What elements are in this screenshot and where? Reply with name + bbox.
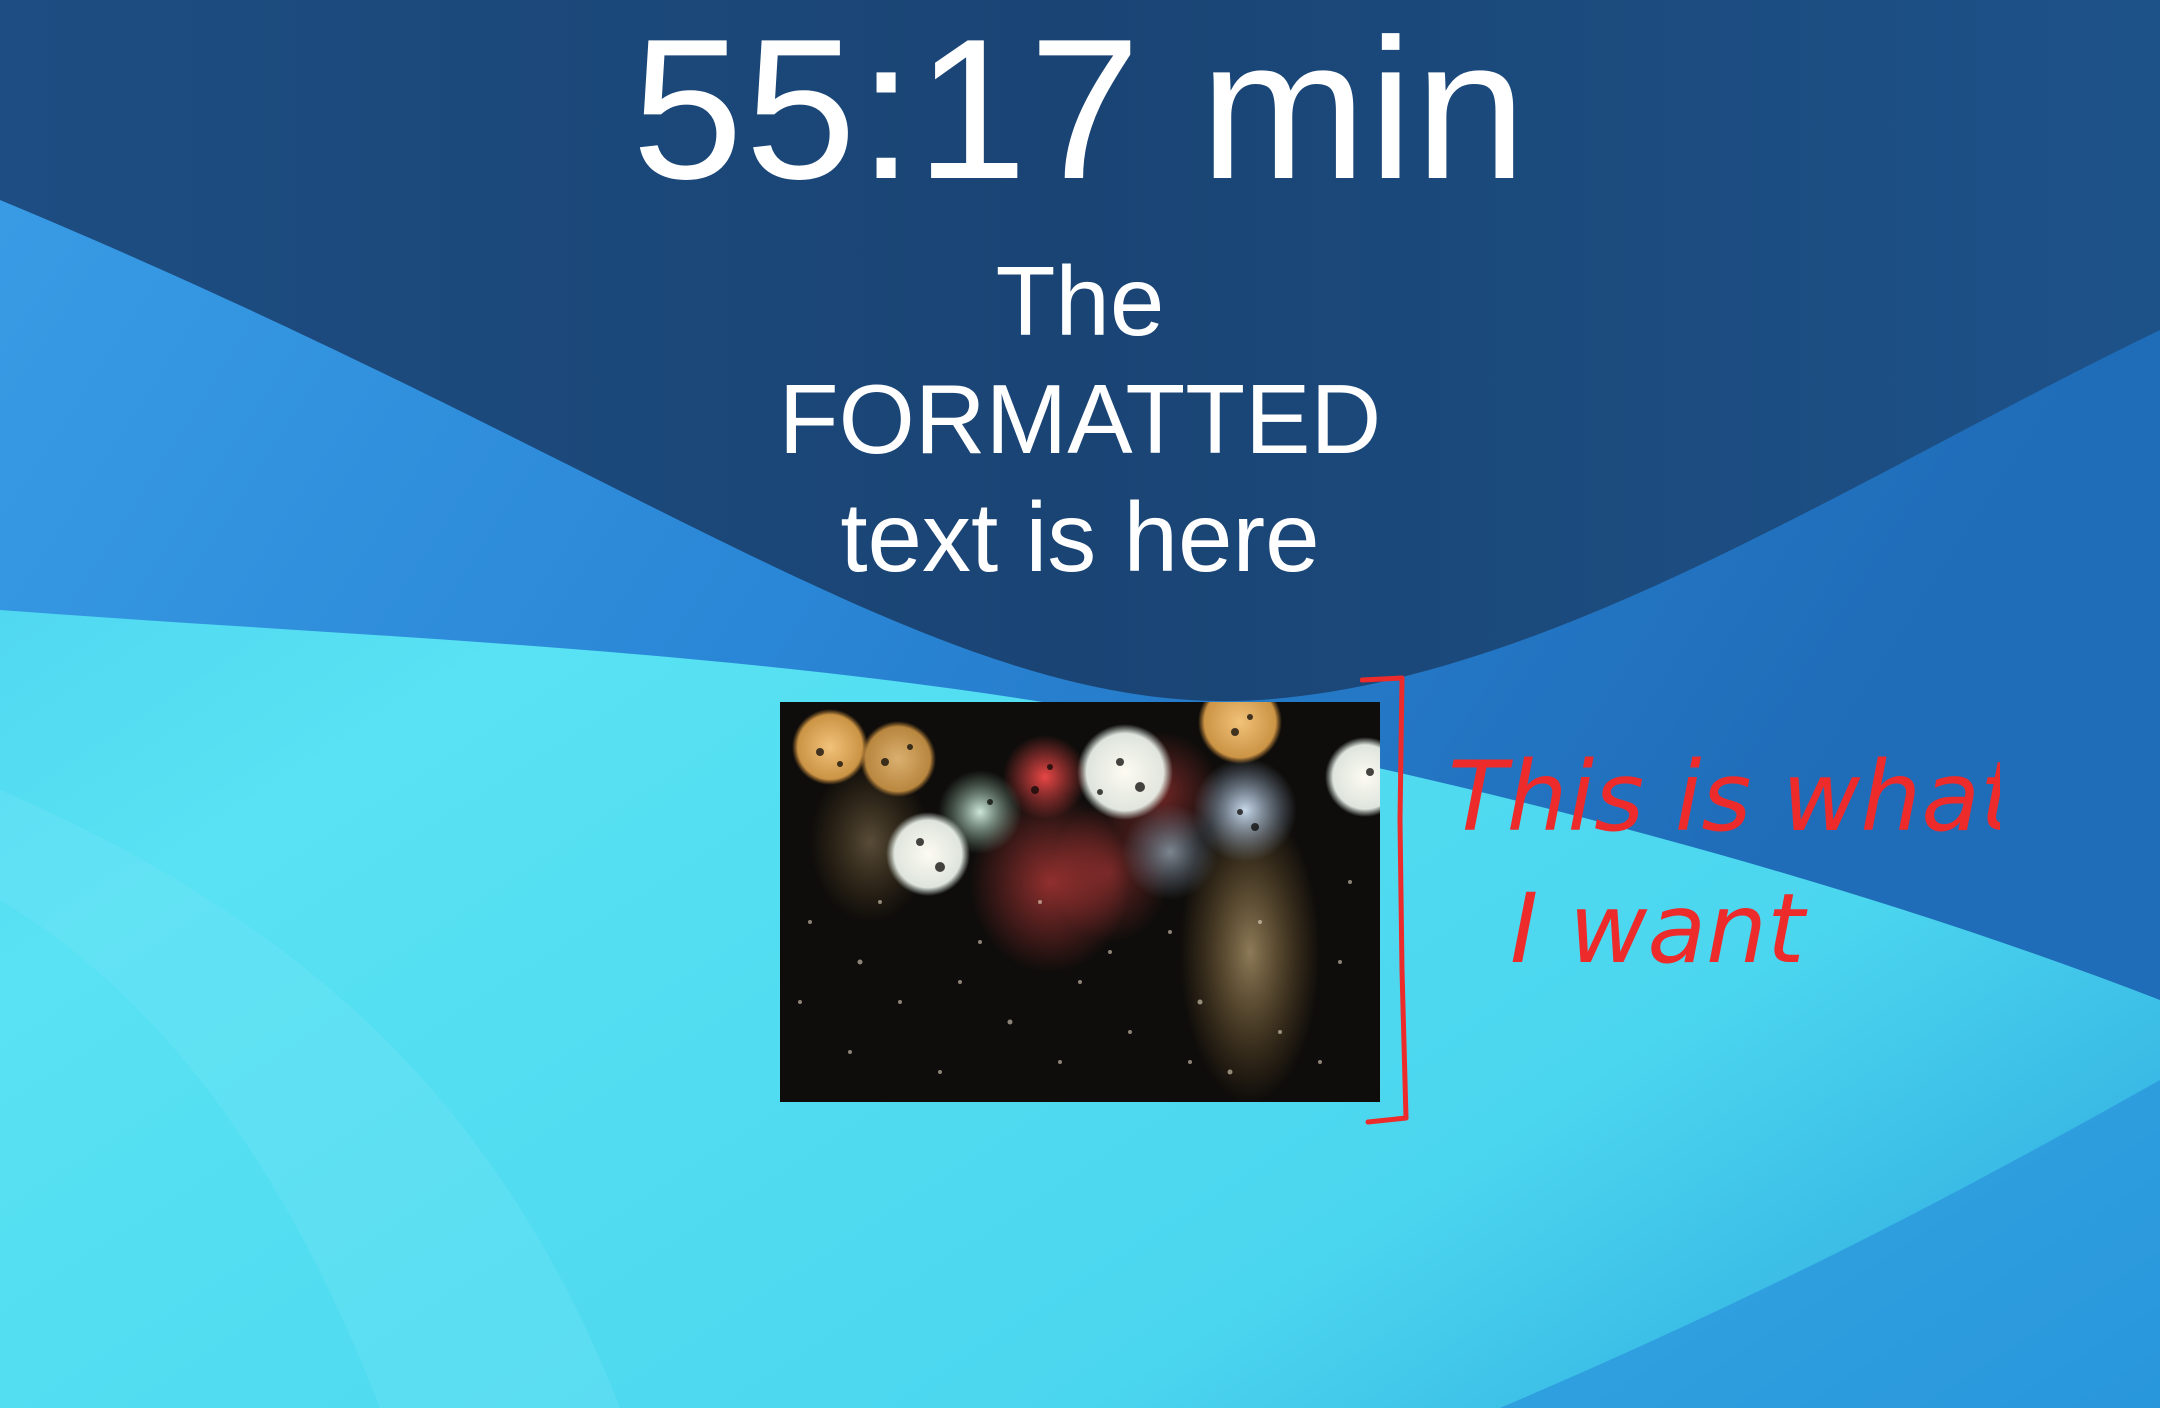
annotation-bracket [1360, 675, 1409, 1125]
annotation-text-line1: This is what [1448, 741, 2000, 853]
screen-overlay: 55:17 min The FORMATTED text is here Thi… [0, 0, 2160, 1408]
formatted-text-line-2: FORMATTED [778, 364, 1382, 474]
timer-text: 55:17 min [631, 0, 1529, 221]
formatted-text-line-1: The [995, 246, 1165, 356]
formatted-text-block: The FORMATTED text is here [0, 242, 2160, 596]
red-annotation: This is what I want [1360, 675, 2000, 1125]
annotation-text-line2: I want [1510, 873, 1808, 985]
formatted-text-line-3: text is here [840, 482, 1320, 592]
rainy-window-photo [780, 702, 1380, 1102]
